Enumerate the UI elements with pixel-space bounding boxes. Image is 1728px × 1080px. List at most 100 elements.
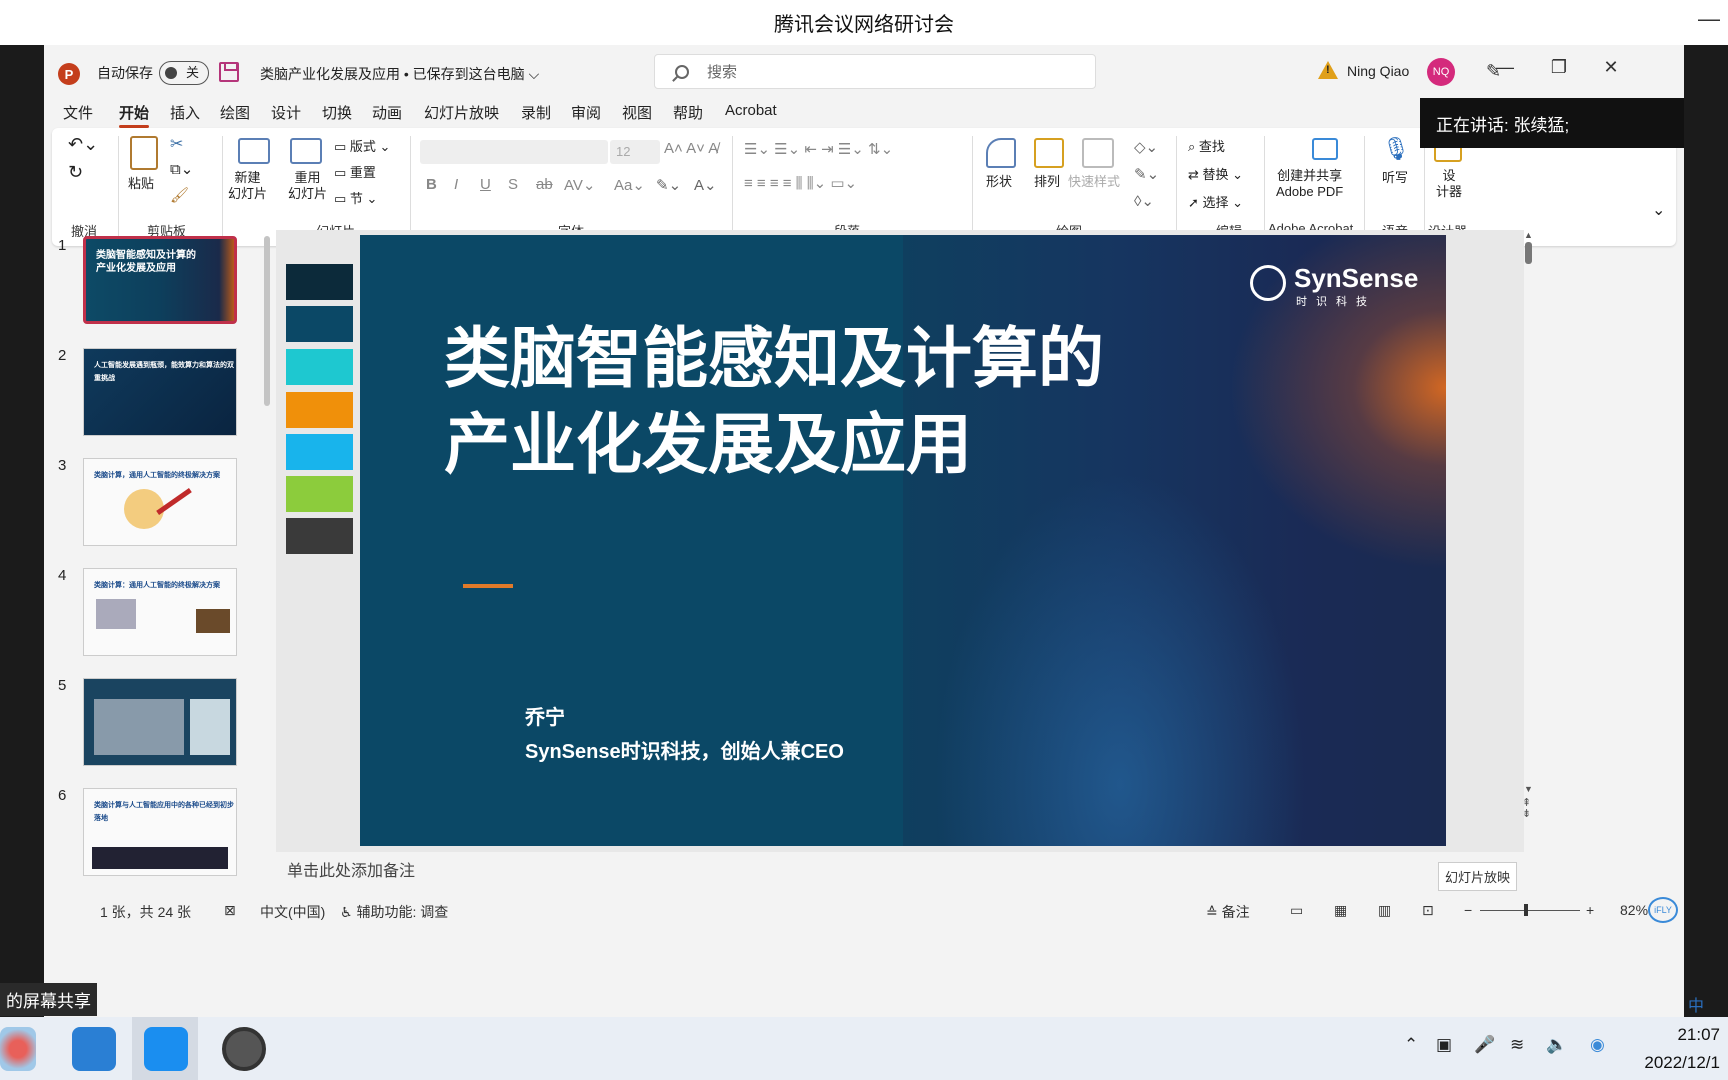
tab-record[interactable]: 录制 bbox=[521, 102, 551, 123]
format-painter-icon[interactable]: 🖌 bbox=[170, 186, 189, 204]
redo-icon[interactable]: ↻ bbox=[68, 162, 83, 183]
char-spacing-icon[interactable]: AV⌄ bbox=[564, 176, 595, 194]
slide-sorter-icon[interactable]: ▦ bbox=[1334, 902, 1347, 919]
clock-time[interactable]: 21:07 bbox=[1677, 1025, 1720, 1045]
prev-next-slide-icon[interactable]: ⇞ ⇟ bbox=[1522, 798, 1531, 820]
copy-icon[interactable]: ⧉⌄ bbox=[170, 160, 193, 178]
designer-button[interactable]: 设 计器 bbox=[1436, 168, 1462, 200]
shape-button[interactable]: 形状 bbox=[986, 174, 1012, 190]
thumbnails-scrollbar[interactable] bbox=[264, 236, 270, 406]
restore-button[interactable]: ❐ bbox=[1544, 57, 1574, 78]
tray-app-icon[interactable]: ▣ bbox=[1436, 1035, 1452, 1055]
language-status[interactable]: 中文(中国) bbox=[260, 902, 325, 922]
increase-font-icon[interactable]: A˄ A˅ A̸ bbox=[664, 140, 718, 157]
normal-view-icon[interactable]: ▭ bbox=[1290, 902, 1303, 919]
zoom-slider-thumb[interactable] bbox=[1524, 904, 1528, 916]
tab-view[interactable]: 视图 bbox=[622, 102, 652, 123]
tab-help[interactable]: 帮助 bbox=[673, 102, 703, 123]
find-button[interactable]: ⌕ 查找 bbox=[1188, 136, 1225, 155]
underline-icon[interactable]: U bbox=[480, 176, 491, 193]
tab-home[interactable]: 开始 bbox=[119, 102, 150, 128]
thumbnail-slide-3[interactable]: 类脑计算，通用人工智能的终极解决方案 bbox=[83, 458, 237, 546]
share-pdf-icon[interactable] bbox=[1312, 138, 1338, 160]
tab-transitions[interactable]: 切换 bbox=[322, 102, 352, 123]
zoom-slider[interactable] bbox=[1480, 910, 1580, 911]
slide-scrollbar[interactable]: ▲ ▼ ⇞ ⇟ bbox=[1522, 230, 1536, 852]
clock-date[interactable]: 2022/12/1 bbox=[1644, 1053, 1720, 1073]
select-button[interactable]: ➚ 选择 ⌄ bbox=[1188, 192, 1243, 211]
tab-design[interactable]: 设计 bbox=[271, 102, 301, 123]
scrollbar-thumb[interactable] bbox=[1525, 242, 1532, 264]
highlight-icon[interactable]: ✎⌄ bbox=[656, 176, 681, 194]
font-name-select[interactable] bbox=[420, 140, 608, 164]
app-flower-icon[interactable] bbox=[0, 1027, 36, 1071]
microphone-icon[interactable]: 🎙 bbox=[1382, 136, 1410, 162]
mail-app-icon[interactable] bbox=[72, 1027, 116, 1071]
strikethrough-icon[interactable]: ab bbox=[536, 176, 553, 193]
meeting-minimize-button[interactable]: — bbox=[1698, 6, 1720, 32]
cut-icon[interactable]: ✂ bbox=[170, 134, 183, 154]
ifly-tray-icon[interactable]: ◉ bbox=[1590, 1035, 1605, 1055]
thumbnail-slide-2[interactable]: 人工智能发展遇到瓶颈，能效算力和算法的双重挑战 bbox=[83, 348, 237, 436]
tab-animations[interactable]: 动画 bbox=[372, 102, 402, 123]
scroll-down-icon[interactable]: ▼ bbox=[1524, 784, 1533, 794]
arrange-button[interactable]: 排列 bbox=[1034, 174, 1060, 190]
thumbnail-slide-6[interactable]: 类脑计算与人工智能应用中的各种已经到初步落地 bbox=[83, 788, 237, 876]
new-slide-icon[interactable] bbox=[238, 138, 270, 164]
wifi-icon[interactable]: ≋ bbox=[1510, 1035, 1524, 1055]
ifly-icon[interactable]: iFLY bbox=[1648, 897, 1678, 923]
zoom-out-icon[interactable]: − bbox=[1464, 902, 1472, 918]
align-icons[interactable]: ≡ ≡ ≡ ≡ ⫼ ⫼⌄ ▭⌄ bbox=[744, 174, 857, 192]
quick-styles-button[interactable]: 快速样式 bbox=[1068, 174, 1120, 190]
fill-outline-icons[interactable]: ◇⌄ ✎⌄ ◊⌄ bbox=[1134, 134, 1159, 215]
author-affiliation[interactable]: SynSense时识科技，创始人兼CEO bbox=[525, 735, 844, 764]
font-color-icon[interactable]: A⌄ bbox=[694, 176, 717, 194]
reuse-slide-button[interactable]: 重用 幻灯片 bbox=[288, 170, 327, 202]
obs-app-icon[interactable] bbox=[222, 1027, 266, 1071]
autosave-toggle[interactable]: 关 bbox=[159, 61, 209, 85]
avatar[interactable]: NQ bbox=[1427, 58, 1455, 86]
bold-icon[interactable]: B bbox=[426, 176, 437, 193]
bullets-icon[interactable]: ☰⌄ ☰⌄ ⇤ ⇥ ☰⌄ ⇅⌄ bbox=[744, 140, 893, 158]
notes-toggle[interactable]: ≙ 备注 bbox=[1206, 902, 1250, 922]
dictate-button[interactable]: 听写 bbox=[1382, 170, 1408, 186]
slideshow-view-icon[interactable]: ⊡ bbox=[1422, 902, 1434, 919]
shape-icon[interactable] bbox=[986, 138, 1016, 168]
section-button[interactable]: ▭ 节 ⌄ bbox=[334, 188, 377, 207]
microphone-tray-icon[interactable]: 🎤 bbox=[1474, 1035, 1495, 1055]
thumbnail-slide-4[interactable]: 类脑计算：通用人工智能的终极解决方案 bbox=[83, 568, 237, 656]
accessibility-status[interactable]: ♿ 辅助功能: 调查 bbox=[340, 902, 448, 922]
new-slide-button[interactable]: 新建 幻灯片 bbox=[228, 170, 267, 202]
slide-title[interactable]: 类脑智能感知及计算的 产业化发展及应用 bbox=[444, 315, 1104, 487]
replace-button[interactable]: ⇄ 替换 ⌄ bbox=[1188, 164, 1243, 183]
author-name[interactable]: 乔宁 bbox=[525, 701, 565, 730]
tab-file[interactable]: 文件 bbox=[63, 102, 93, 123]
tray-chevron-icon[interactable]: ⌃ bbox=[1404, 1035, 1418, 1055]
tab-draw[interactable]: 绘图 bbox=[220, 102, 250, 123]
tencent-meeting-icon[interactable] bbox=[144, 1027, 188, 1071]
font-size-select[interactable]: 12 bbox=[610, 140, 660, 164]
italic-icon[interactable]: I bbox=[454, 176, 458, 193]
warning-icon[interactable] bbox=[1318, 61, 1338, 79]
user-name[interactable]: Ning Qiao bbox=[1347, 63, 1409, 79]
shadow-icon[interactable]: S bbox=[508, 176, 518, 193]
thumbnail-slide-5[interactable] bbox=[83, 678, 237, 766]
zoom-in-icon[interactable]: + bbox=[1586, 902, 1594, 918]
paste-button[interactable]: 粘贴 bbox=[128, 176, 154, 192]
document-title[interactable]: 类脑产业化发展及应用 • 已保存到这台电脑 ⌵ bbox=[260, 64, 539, 84]
thumbnail-slide-1[interactable]: 类脑智能感知及计算的 产业化发展及应用 bbox=[83, 236, 237, 324]
minimize-button[interactable]: — bbox=[1490, 57, 1520, 78]
paste-icon[interactable] bbox=[130, 136, 158, 170]
tab-slideshow[interactable]: 幻灯片放映 bbox=[424, 102, 499, 123]
volume-icon[interactable]: 🔈 bbox=[1546, 1035, 1567, 1055]
zoom-level[interactable]: 82% bbox=[1620, 902, 1648, 918]
close-button[interactable]: ✕ bbox=[1596, 57, 1626, 78]
spellcheck-icon[interactable]: ⊠ bbox=[224, 902, 236, 919]
collapse-ribbon-icon[interactable]: ⌄ bbox=[1652, 200, 1665, 220]
notes-pane[interactable]: 单击此处添加备注 bbox=[276, 857, 1536, 887]
scroll-up-icon[interactable]: ▲ bbox=[1524, 230, 1533, 240]
layout-button[interactable]: ▭ 版式 ⌄ bbox=[334, 136, 390, 155]
current-slide[interactable]: SynSense 时识科技 类脑智能感知及计算的 产业化发展及应用 乔宁 Syn… bbox=[360, 235, 1446, 846]
tab-acrobat[interactable]: Acrobat bbox=[725, 102, 777, 119]
save-icon[interactable] bbox=[219, 62, 239, 82]
